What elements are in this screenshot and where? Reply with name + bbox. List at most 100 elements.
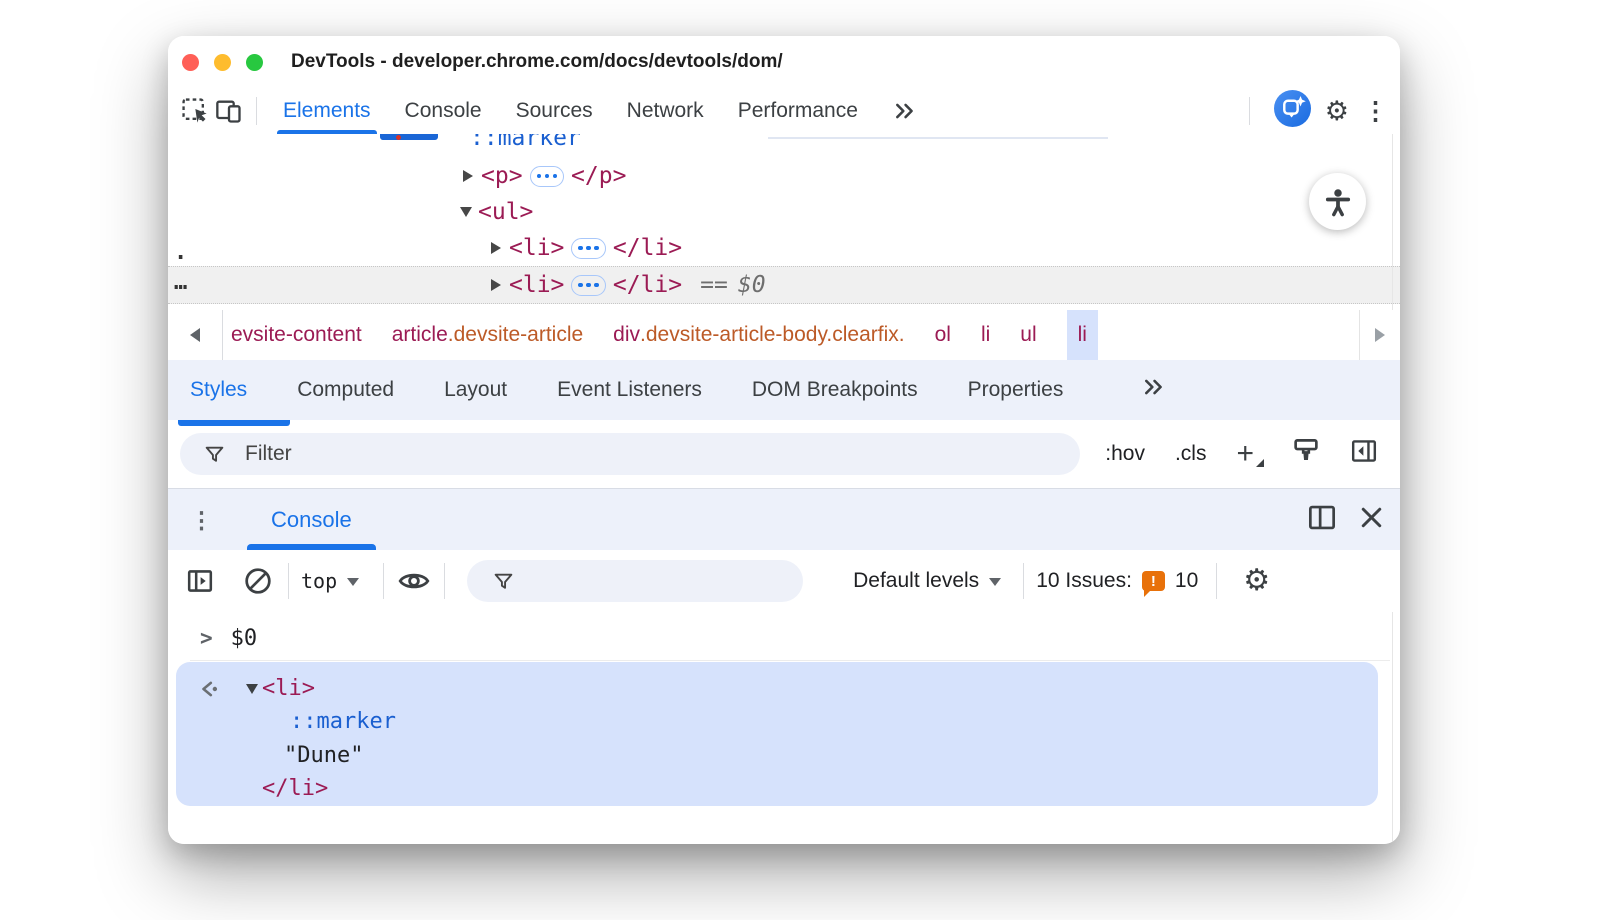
breadcrumb-item[interactable]: article.devsite-article (392, 310, 583, 360)
ellipsis-expand-button[interactable] (571, 238, 606, 259)
breadcrumb-item[interactable]: evsite-content (231, 310, 362, 360)
result-text-node: "Dune" (284, 743, 363, 768)
styles-filter-field[interactable] (180, 433, 1080, 475)
filter-funnel-icon (493, 572, 514, 591)
devtools-window: DevTools - developer.chrome.com/docs/dev… (168, 36, 1400, 844)
dock-sidebar-icon[interactable] (1350, 438, 1378, 470)
issues-counter-button[interactable]: 10 Issues: ! 10 (1036, 569, 1198, 593)
panel-tabs: Elements Console Sources Network Perform… (283, 89, 918, 134)
ai-assistant-icon[interactable] (1274, 90, 1311, 132)
tab-sources[interactable]: Sources (516, 89, 593, 134)
close-drawer-icon[interactable] (1359, 505, 1384, 535)
breadcrumb-item-selected[interactable]: li (1067, 310, 1098, 360)
left-arrow-icon (190, 328, 200, 342)
clipped-red-dot (396, 135, 401, 140)
clipped-pseudo-element[interactable]: ::marker (470, 134, 581, 151)
tree-row-p[interactable]: <p> </p> (168, 158, 1400, 194)
right-arrow-icon (1375, 328, 1385, 342)
chevron-down-icon (347, 578, 359, 586)
scrollbar-gutter (1392, 134, 1393, 310)
rendering-emulations-brush-icon[interactable] (1292, 437, 1320, 471)
styles-filter-actions: :hov .cls + (1105, 420, 1378, 488)
console-sidebar-toggle-icon[interactable] (182, 563, 218, 599)
tab-layout[interactable]: Layout (444, 378, 507, 402)
tab-network[interactable]: Network (627, 89, 704, 134)
clipped-text-fragment: … (174, 270, 188, 295)
console-prompt-chevron: > (200, 626, 213, 650)
chevron-down-icon (989, 578, 1001, 586)
styles-filter-input[interactable] (243, 441, 947, 467)
live-expression-eye-icon[interactable] (396, 563, 432, 599)
settings-gear-icon[interactable]: ⚙ (1325, 98, 1349, 125)
tree-row-ul[interactable]: <ul> (168, 194, 1400, 230)
tab-properties[interactable]: Properties (968, 378, 1064, 402)
device-toolbar-icon[interactable] (212, 94, 246, 128)
clipped-text-fragment: . (174, 240, 187, 265)
drawer-kebab-menu-icon[interactable]: ⋮ (190, 507, 213, 534)
more-tabs-chevron-icon[interactable] (1141, 376, 1167, 404)
toggle-element-classes-button[interactable]: .cls (1175, 442, 1207, 466)
tab-styles[interactable]: Styles (190, 378, 247, 402)
log-levels-dropdown[interactable]: Default levels (853, 569, 1001, 593)
breadcrumb-item[interactable]: ul (1020, 310, 1036, 360)
ellipsis-expand-button[interactable] (530, 166, 565, 187)
accessibility-person-icon (1323, 187, 1353, 217)
expand-arrow-icon[interactable] (491, 242, 501, 254)
scrollbar-gutter (1392, 612, 1393, 844)
close-window-button[interactable] (182, 54, 199, 71)
tree-row-li-1[interactable]: <li> </li> (168, 230, 1400, 266)
breadcrumb-forward-button[interactable] (1359, 310, 1400, 360)
breadcrumb-item[interactable]: ol (935, 310, 951, 360)
toolbar-separator (1249, 97, 1250, 125)
zoom-window-button[interactable] (246, 54, 263, 71)
minimize-window-button[interactable] (214, 54, 231, 71)
collapse-arrow-icon[interactable] (246, 684, 258, 694)
more-tabs-chevron-icon[interactable] (892, 89, 918, 134)
new-style-rule-button[interactable]: + (1236, 439, 1262, 469)
breadcrumb-back-button[interactable] (168, 310, 223, 360)
issues-badge-icon: ! (1142, 571, 1165, 591)
result-li-open-tag: <li> (262, 676, 315, 701)
filter-funnel-icon (204, 445, 225, 464)
dollar-zero-reference: $0 (738, 272, 766, 298)
toolbar-separator (288, 563, 289, 599)
active-tab-underline (277, 130, 377, 134)
toolbar-separator (1023, 563, 1024, 599)
result-pseudo-element: ::marker (290, 709, 396, 734)
window-title: DevTools - developer.chrome.com/docs/dev… (291, 51, 783, 73)
titlebar: DevTools - developer.chrome.com/docs/dev… (168, 36, 1400, 89)
breadcrumb-item[interactable]: div.devsite-article-body.clearfix. (613, 310, 904, 360)
console-settings-gear-icon[interactable]: ⚙ (1243, 566, 1270, 596)
console-log-area: > $0 <li> ::marker "Dune" </ (168, 612, 1400, 844)
accessibility-overlay-button[interactable] (1309, 173, 1366, 230)
main-toolbar: Elements Console Sources Network Perform… (168, 88, 1400, 135)
clipped-selection-bar (380, 134, 438, 140)
styles-sidebar-tabs: Styles Computed Layout Event Listeners D… (168, 360, 1400, 420)
toolbar-right-icons: ⚙ ⋮ (1239, 90, 1388, 132)
breadcrumb-item[interactable]: li (981, 310, 990, 360)
toggle-hover-state-button[interactable]: :hov (1105, 442, 1145, 466)
expand-arrow-icon[interactable] (463, 170, 473, 182)
console-result-entry[interactable]: <li> ::marker "Dune" </li> (176, 662, 1378, 806)
tab-elements[interactable]: Elements (283, 89, 371, 134)
tab-computed[interactable]: Computed (297, 378, 394, 402)
console-filter-field[interactable] (467, 560, 803, 602)
inspect-element-icon[interactable] (178, 94, 212, 128)
expand-arrow-icon[interactable] (491, 279, 501, 291)
tab-event-listeners[interactable]: Event Listeners (557, 378, 702, 402)
kebab-menu-icon[interactable]: ⋮ (1363, 99, 1388, 124)
drawer-tab-console[interactable]: Console (271, 489, 352, 551)
tab-dom-breakpoints[interactable]: DOM Breakpoints (752, 378, 918, 402)
console-toolbar: top Default levels 10 Issues: ! 10 (168, 550, 1400, 613)
tab-console[interactable]: Console (405, 89, 482, 134)
context-selector-dropdown[interactable]: top (301, 569, 359, 593)
collapse-arrow-icon[interactable] (460, 207, 472, 217)
split-panel-icon[interactable] (1307, 504, 1337, 536)
console-filter-input[interactable] (514, 569, 758, 594)
console-input-echo-row: > $0 (190, 616, 1390, 661)
tree-row-li-selected[interactable]: <li> </li> == $0 (168, 266, 1400, 304)
ellipsis-expand-button[interactable] (571, 275, 606, 296)
clipped-row-remnant (768, 137, 1108, 139)
clear-console-icon[interactable] (240, 563, 276, 599)
tab-performance[interactable]: Performance (738, 89, 858, 134)
